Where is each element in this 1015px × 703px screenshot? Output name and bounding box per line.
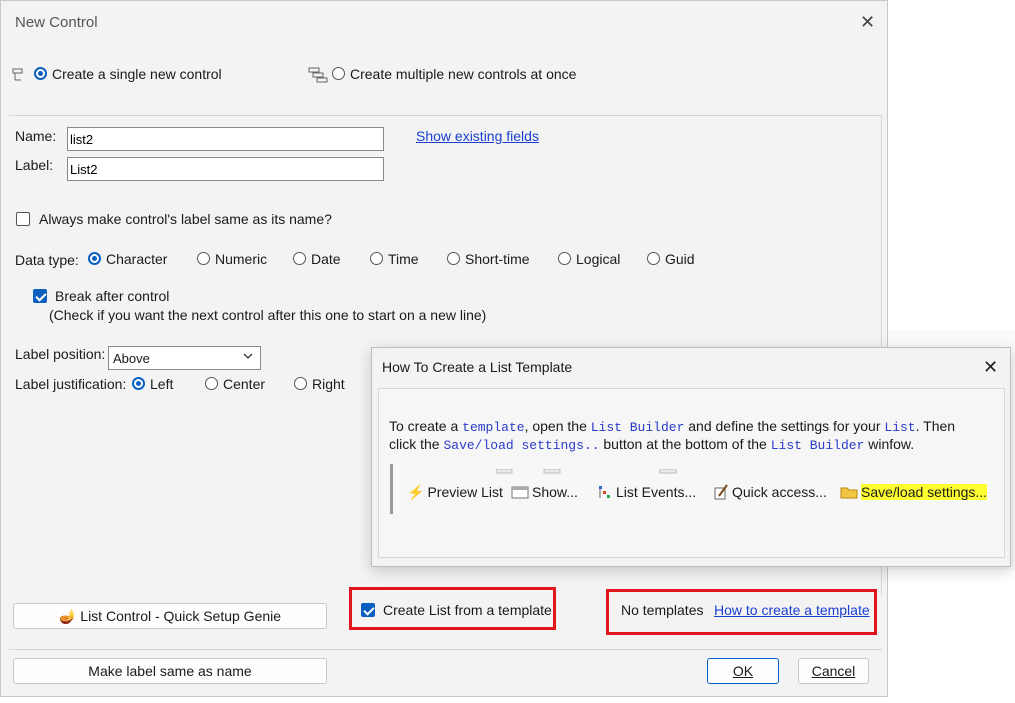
multiple-controls-radio[interactable] <box>332 67 345 80</box>
data-type-radio-logical[interactable] <box>558 252 571 265</box>
quick-setup-genie-button[interactable]: 🪔 List Control - Quick Setup Genie <box>13 603 327 629</box>
data-type-date-label[interactable]: Date <box>311 251 341 267</box>
name-label: Name: <box>15 128 57 144</box>
single-control-radio[interactable] <box>34 67 47 80</box>
data-type-numeric-label[interactable]: Numeric <box>215 251 267 267</box>
break-after-label[interactable]: Break after control <box>55 288 169 304</box>
data-type-guid-label[interactable]: Guid <box>665 251 695 267</box>
always-same-label[interactable]: Always make control's label same as its … <box>39 211 332 227</box>
justification-radio-left[interactable] <box>132 377 145 390</box>
multiple-controls-icon <box>308 67 328 83</box>
toolbar-show: Show... <box>511 484 578 500</box>
group-frame-top <box>9 115 882 116</box>
data-type-short-time-label[interactable]: Short-time <box>465 251 530 267</box>
data-type-radio-date[interactable] <box>293 252 306 265</box>
window-icon <box>511 484 529 500</box>
multiple-controls-label[interactable]: Create multiple new controls at once <box>350 66 576 82</box>
data-type-radio-character[interactable] <box>88 252 101 265</box>
how-to-template-popup: How To Create a List Template ✕ <box>371 347 1011 567</box>
data-type-radio-time[interactable] <box>370 252 383 265</box>
cancel-button[interactable]: Cancel <box>798 658 869 684</box>
popup-text-line-2: click the Save/load settings.. button at… <box>389 436 915 453</box>
popup-text-line-1: To create a template, open the List Buil… <box>389 418 956 435</box>
toolbar-list-events: List Events... <box>597 484 696 500</box>
chevron-down-icon <box>242 350 254 365</box>
events-icon <box>597 484 613 500</box>
label-position-value: Above <box>113 351 150 366</box>
toolbar-preview-list: ⚡ Preview List <box>407 484 503 500</box>
template-link-highlight <box>606 589 877 635</box>
justification-center-label[interactable]: Center <box>223 376 265 392</box>
label-input[interactable] <box>67 157 384 181</box>
lightning-icon: ⚡ <box>407 484 425 500</box>
data-type-time-label[interactable]: Time <box>388 251 419 267</box>
label-label: Label: <box>15 157 54 173</box>
popup-close-icon[interactable]: ✕ <box>983 357 998 378</box>
single-control-label[interactable]: Create a single new control <box>52 66 222 82</box>
folder-icon <box>840 484 858 500</box>
edit-icon <box>713 484 729 500</box>
make-label-same-button[interactable]: Make label same as name <box>13 658 327 684</box>
ok-button-label: OK <box>732 663 754 679</box>
close-icon[interactable]: ✕ <box>860 12 875 33</box>
label-position-label: Label position: <box>15 346 106 362</box>
justification-left-label[interactable]: Left <box>150 376 173 392</box>
bottom-divider <box>9 649 882 650</box>
break-after-hint: (Check if you want the next control afte… <box>49 307 487 323</box>
genie-button-label: List Control - Quick Setup Genie <box>80 608 282 624</box>
toolbar-save-load: Save/load settings... <box>840 484 988 500</box>
template-checkbox-highlight <box>349 587 556 630</box>
data-type-logical-label[interactable]: Logical <box>576 251 620 267</box>
single-control-icon <box>12 68 24 82</box>
data-type-label: Data type: <box>15 252 79 268</box>
cancel-button-label: Cancel <box>811 663 856 679</box>
justification-radio-right[interactable] <box>294 377 307 390</box>
break-after-checkbox[interactable] <box>33 289 47 303</box>
data-type-character-label[interactable]: Character <box>106 251 167 267</box>
label-justification-label: Label justification: <box>15 376 127 392</box>
show-existing-fields-link[interactable]: Show existing fields <box>416 128 539 144</box>
data-type-radio-numeric[interactable] <box>197 252 210 265</box>
popup-title: How To Create a List Template <box>382 359 573 375</box>
label-position-select[interactable]: Above <box>108 346 261 370</box>
name-input[interactable] <box>67 127 384 151</box>
toolbar-image-top-fragments <box>495 462 736 474</box>
genie-lamp-icon: 🪔 <box>58 608 77 624</box>
toolbar-quick-access: Quick access... <box>713 484 827 500</box>
ok-button[interactable]: OK <box>707 658 779 684</box>
data-type-radio-short-time[interactable] <box>447 252 460 265</box>
justification-radio-center[interactable] <box>205 377 218 390</box>
always-same-checkbox[interactable] <box>16 212 30 226</box>
dialog-title: New Control <box>15 14 98 31</box>
justification-right-label[interactable]: Right <box>312 376 345 392</box>
data-type-radio-guid[interactable] <box>647 252 660 265</box>
